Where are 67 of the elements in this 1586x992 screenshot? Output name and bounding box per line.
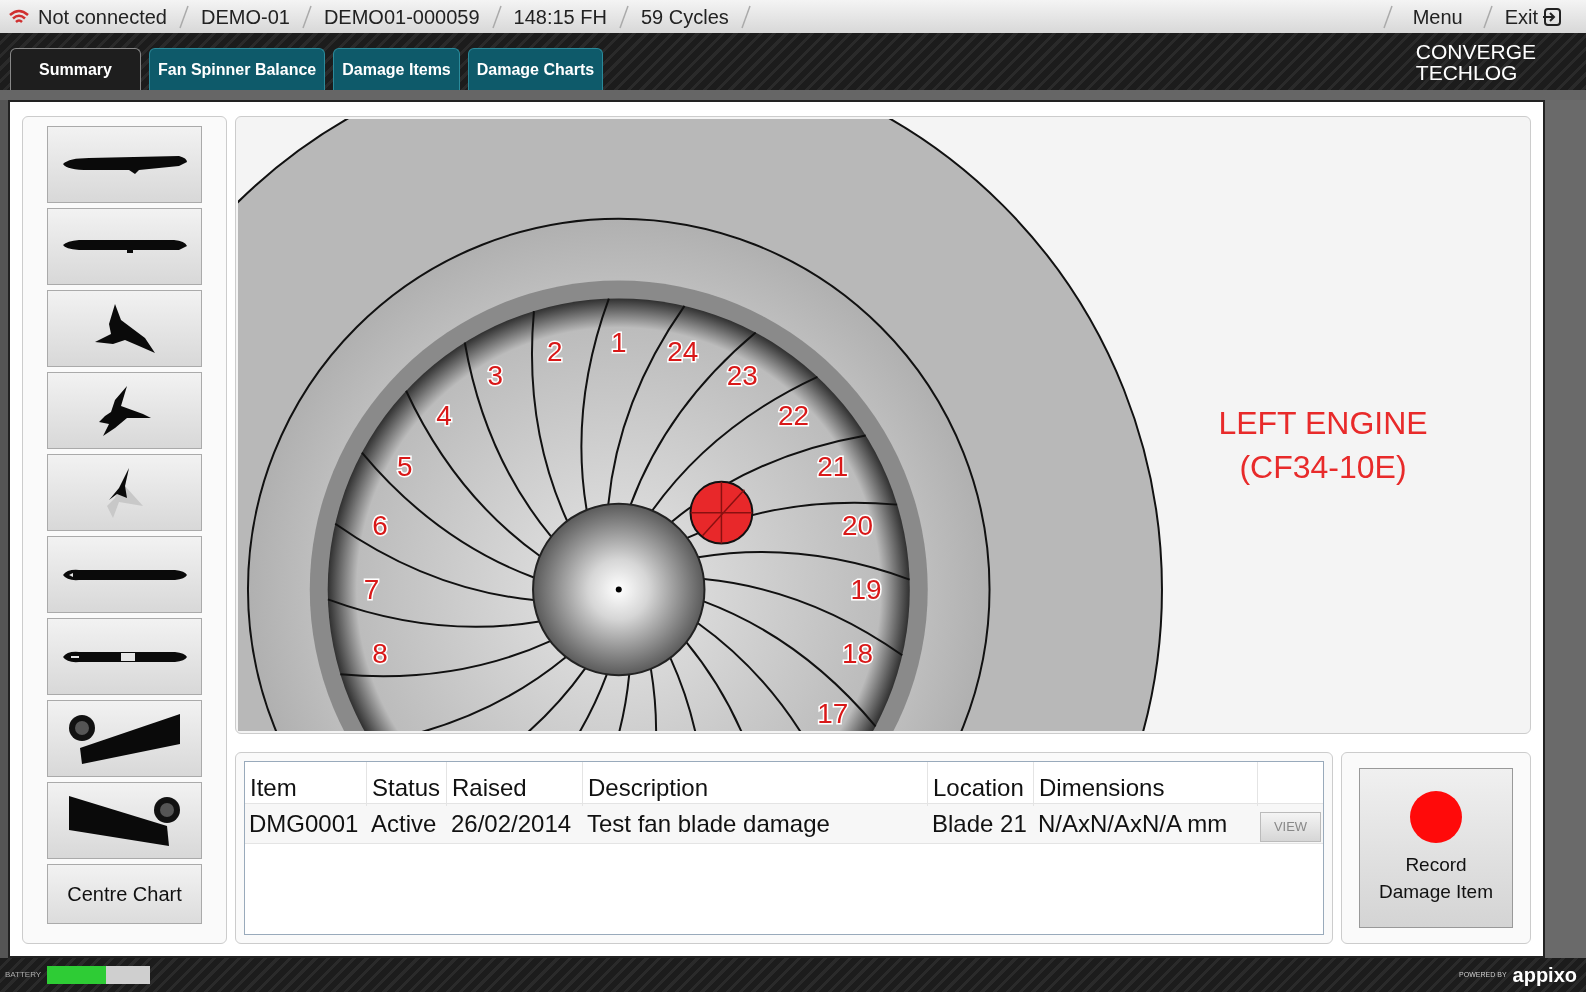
blade-number: 1 [611,327,627,359]
view-button[interactable] [47,290,202,367]
brand-logo: appixo [1512,965,1577,985]
aircraft-side-icon [62,155,187,174]
table-cell-text: 26/02/2014 [450,808,573,839]
tab[interactable]: Summary [10,48,141,90]
blade-number: 21 [817,450,849,482]
separator [301,4,312,29]
connection-status: Not connected [38,4,167,30]
blade-number: 18 [842,638,874,670]
engine-title: LEFT ENGINE [1218,404,1428,443]
blade-number: 3 [487,360,503,392]
exit-button[interactable]: Exit [1504,1,1578,32]
view-button[interactable] [47,372,202,449]
view-button[interactable] [47,536,202,613]
blade-number: 4 [436,399,452,431]
view-button[interactable] [47,126,202,203]
separator [1382,4,1393,29]
view-button[interactable] [47,700,202,777]
menu-button[interactable]: Menu [1404,1,1471,32]
separator [740,4,751,29]
blade-number: 23 [726,360,758,392]
blade-number: 7 [363,574,380,606]
exit-icon [1542,6,1562,27]
logo-text: TECHLOG [1415,61,1519,83]
blade-number: 5 [396,450,413,482]
battery-label: BATTERY [5,969,42,981]
blade-number: 24 [667,335,699,367]
record-icon [1410,791,1462,843]
table-cell-text: Test fan blade damage [586,808,831,839]
table-cell-text: N/AxN/AxN/A mm [1037,808,1229,839]
table-cell-text: Blade 21 [931,808,1028,839]
blade-number: 20 [842,510,874,542]
table-cell-text: Active [370,808,438,839]
blade-number: 6 [372,510,388,542]
separator [1482,4,1493,29]
status-item: 148:15 FH [513,4,607,30]
status-item: DEMO01-000059 [323,4,480,30]
separator [179,4,189,29]
status-item: 59 Cycles [640,4,729,30]
tab[interactable]: Damage Charts [467,48,604,90]
aircraft-side-icon [62,240,187,253]
tab[interactable]: Fan Spinner Balance [149,48,326,90]
wing-icon [69,713,180,764]
status-item: DEMO-01 [201,4,290,30]
blade-number: 2 [547,335,563,367]
aircraft-icon [106,467,143,518]
fuselage-icon [62,568,187,581]
wing-icon [69,795,180,846]
view-button[interactable] [47,782,202,859]
separator [618,4,629,29]
table-cell-text: DMG0001 [248,808,360,839]
logo-text: CONVERGE [1415,40,1536,62]
centre-chart-button[interactable]: Centre Chart [47,864,202,924]
blade-number: 17 [817,698,849,730]
fuselage-icon [62,650,187,663]
view-button[interactable] [47,208,202,285]
blade-number: 19 [850,574,882,606]
view-button[interactable] [47,618,202,695]
separator [491,4,502,29]
aircraft-icon [94,304,155,353]
blade-number: 22 [778,399,810,431]
engine-model: (CF34-10E) [1239,448,1407,487]
record-damage-button[interactable]: Record Damage Item [1359,768,1513,928]
tab[interactable]: Damage Items [333,48,460,90]
blade-number: 8 [372,638,388,670]
aircraft-icon [98,385,151,436]
